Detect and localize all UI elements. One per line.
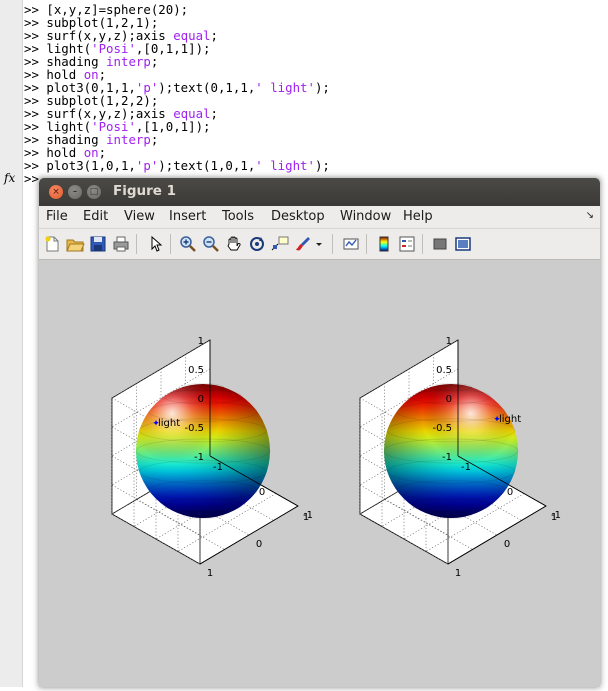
menu-view-label: View [124, 209, 155, 224]
legend-icon[interactable] [397, 234, 417, 254]
open-file-icon[interactable] [65, 234, 85, 254]
brush-icon[interactable] [293, 234, 313, 254]
z-tick-label: -1 [194, 452, 204, 463]
print-icon[interactable] [111, 234, 131, 254]
zoom-out-icon[interactable] [201, 234, 221, 254]
z-tick-label: 0 [198, 394, 204, 405]
light-annotation: light [499, 414, 521, 425]
x-tick-label: -1 [213, 462, 223, 473]
hide-plot-tools-icon[interactable] [430, 234, 450, 254]
figure-titlebar[interactable]: × – □ Figure 1 [39, 178, 600, 206]
pan-hand-icon[interactable] [224, 234, 244, 254]
toolbar-separator [332, 234, 333, 254]
command-token: ; [210, 28, 218, 43]
z-tick-label: 0.5 [436, 365, 452, 376]
y-tick-label: -1 [551, 510, 561, 521]
y-tick-label: 1 [207, 568, 213, 579]
z-tick-label: 0.5 [188, 365, 204, 376]
menu-insert[interactable]: Insert [169, 209, 206, 224]
y-tick-label: 0 [504, 539, 510, 550]
figure-window: × – □ Figure 1 File Edit View Insert Too… [39, 178, 600, 687]
menu-help-label: Help [403, 209, 433, 224]
menu-view[interactable]: View [124, 209, 155, 224]
command-history: >> [x,y,z]=sphere(20); >> subplot(1,2,1);… [24, 3, 330, 185]
link-plot-icon[interactable] [341, 234, 361, 254]
z-tick-label: -1 [442, 452, 452, 463]
menu-tools[interactable]: Tools [222, 209, 254, 224]
z-tick-label: 1 [198, 336, 204, 347]
command-token: ' light' [255, 80, 315, 95]
command-token: ; [150, 54, 159, 69]
y-tick-label: -1 [303, 510, 313, 521]
toolbar-separator [366, 234, 367, 254]
command-token: );text(0,1,1, [158, 80, 256, 95]
subplot-axes-1: 10.50-0.5-1-101-101✦ light [111, 336, 313, 579]
menu-file-label: File [46, 209, 68, 224]
command-token: );text(1,0,1, [158, 158, 256, 173]
z-tick-label: 0 [446, 394, 452, 405]
new-figure-icon[interactable] [42, 234, 62, 254]
figure-title: Figure 1 [113, 183, 177, 199]
menu-insert-label: Insert [169, 209, 207, 224]
brush-dropdown-icon[interactable] [314, 234, 324, 254]
command-line: >> plot3(1,0,1,'p');text(1,0,1,' light')… [24, 159, 330, 172]
x-tick-label: -1 [461, 462, 471, 473]
data-cursor-icon[interactable] [270, 234, 290, 254]
figure-toolbar [39, 229, 600, 260]
plot-area[interactable]: 1 0.5 0 -0.5 -1 -1 0 1 -1 0 1 ✦ light 1 0.5 0 -0.5 -1 -1 0… [39, 260, 600, 687]
minimize-window-button[interactable]: – [68, 185, 82, 199]
command-token: interp [106, 54, 151, 69]
toolbar-separator [422, 234, 423, 254]
colorbar-icon[interactable] [374, 234, 394, 254]
y-tick-label: 1 [455, 568, 461, 579]
toolbar-separator [170, 234, 171, 254]
z-tick-label: -0.5 [432, 423, 452, 434]
x-tick-label: 0 [259, 487, 265, 498]
command-token: >> plot3(1,0,1, [24, 158, 136, 173]
toolbar-separator [136, 234, 137, 254]
menu-desktop-label: Desktop [271, 209, 325, 224]
menu-help[interactable]: Help [403, 209, 433, 224]
close-window-button[interactable]: × [49, 185, 63, 199]
command-token: ); [314, 80, 330, 95]
pointer-icon[interactable] [145, 234, 165, 254]
subplot-axes-2: 10.50-0.5-1-101-101✦ light [359, 336, 561, 579]
maximize-window-button[interactable]: □ [87, 185, 101, 199]
menu-overflow-icon[interactable]: ↘ [586, 210, 594, 221]
command-token: ' light' [255, 158, 315, 173]
x-tick-label: 0 [507, 487, 513, 498]
menu-tools-label: Tools [222, 209, 255, 224]
figure-canvas[interactable]: 10.50-0.5-1-101-101✦ light10.50-0.5-1-10… [39, 260, 600, 687]
command-token: interp [106, 132, 151, 147]
menu-edit[interactable]: Edit [83, 209, 108, 224]
command-token: ); [314, 158, 330, 173]
menu-file[interactable]: File [46, 209, 68, 224]
show-plot-tools-icon[interactable] [453, 234, 473, 254]
function-browser-icon[interactable]: fx [4, 171, 15, 185]
command-window-gutter [0, 0, 23, 687]
menu-window-label: Window [340, 209, 392, 224]
command-token: 'p' [135, 158, 159, 173]
zoom-in-icon[interactable] [178, 234, 198, 254]
figure-menubar: File Edit View Insert Tools Desktop Wind… [39, 206, 600, 229]
z-tick-label: 1 [446, 336, 452, 347]
command-token: ; [150, 132, 159, 147]
command-token: ; [210, 106, 218, 121]
y-tick-label: 0 [256, 539, 262, 550]
save-icon[interactable] [88, 234, 108, 254]
menu-window[interactable]: Window [340, 209, 391, 224]
rotate-3d-icon[interactable] [247, 234, 267, 254]
z-tick-label: -0.5 [184, 423, 204, 434]
light-annotation: light [158, 418, 180, 429]
command-token: >> [24, 171, 39, 186]
menu-desktop[interactable]: Desktop [271, 209, 325, 224]
menu-edit-label: Edit [83, 209, 109, 224]
